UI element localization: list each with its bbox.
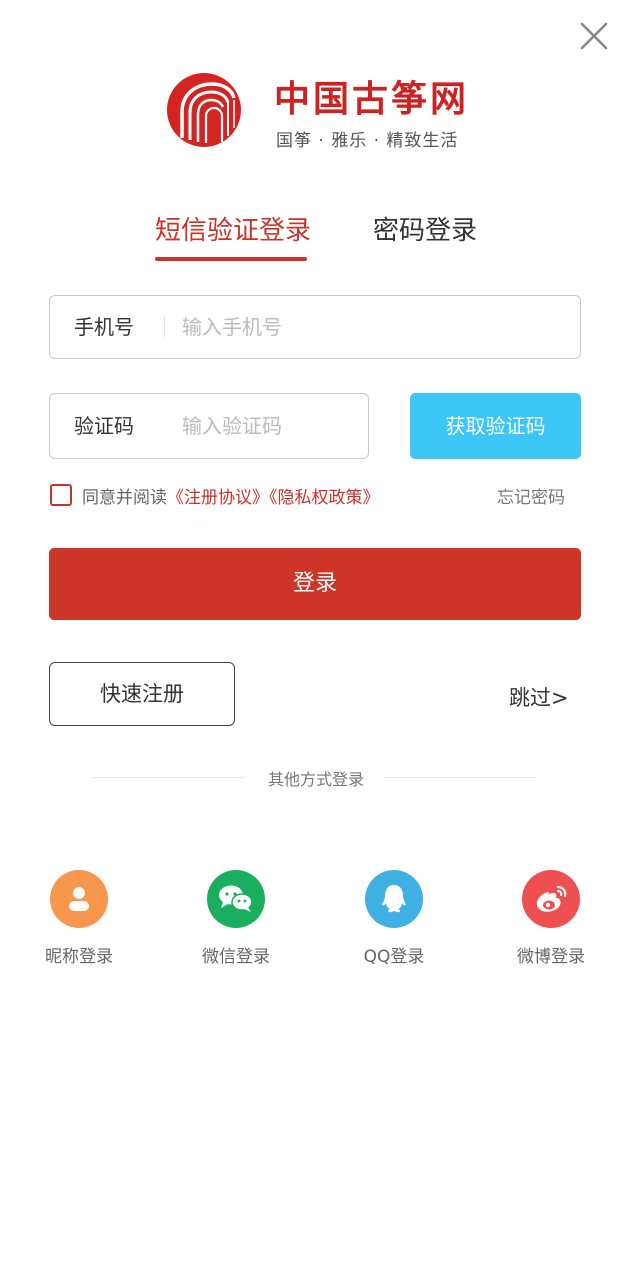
qq-icon <box>382 885 406 913</box>
login-button[interactable]: 登录 <box>49 548 581 620</box>
forgot-password-link[interactable]: 忘记密码 <box>497 483 565 508</box>
divider-left <box>93 777 245 778</box>
social-label: 微信登录 <box>202 947 270 967</box>
active-tab-indicator <box>155 257 307 261</box>
phone-label: 手机号 <box>74 315 134 339</box>
skip-link[interactable]: 跳过> <box>509 682 569 712</box>
social-label: QQ登录 <box>363 947 425 967</box>
weibo-login-option[interactable]: 微博登录 <box>496 870 606 967</box>
agree-checkbox[interactable] <box>50 484 72 506</box>
agreement-text: 同意并阅读《注册协议》《隐私权政策》 <box>82 483 380 508</box>
phone-field: 手机号 <box>49 295 581 359</box>
close-icon[interactable] <box>578 20 610 52</box>
nickname-login-option[interactable]: 昵称登录 <box>24 870 134 967</box>
quick-register-button[interactable]: 快速注册 <box>49 662 235 726</box>
brand-slogan: 国筝 · 雅乐 · 精致生活 <box>276 131 459 151</box>
phone-input[interactable] <box>182 297 562 357</box>
code-field: 验证码 <box>49 393 369 459</box>
social-label: 微博登录 <box>517 947 585 967</box>
wechat-icon <box>219 885 253 912</box>
tab-sms-login[interactable]: 短信验证登录 <box>155 210 311 247</box>
qq-login-option[interactable]: QQ登录 <box>339 870 449 967</box>
brand-name: 中国古筝网 <box>274 79 470 120</box>
agreement-prefix: 同意并阅读 <box>82 488 167 508</box>
wechat-login-option[interactable]: 微信登录 <box>181 870 291 967</box>
get-code-button[interactable]: 获取验证码 <box>410 393 581 459</box>
terms-link[interactable]: 《注册协议》 <box>167 488 269 508</box>
divider-right <box>384 777 536 778</box>
weibo-icon <box>536 885 567 912</box>
logo-icon <box>167 73 241 147</box>
tab-password-login[interactable]: 密码登录 <box>373 210 477 247</box>
field-separator <box>164 317 165 337</box>
other-login-title: 其他方式登录 <box>267 770 364 789</box>
code-label: 验证码 <box>74 414 134 438</box>
privacy-link[interactable]: 《隐私权政策》 <box>269 488 380 508</box>
user-icon <box>69 887 89 911</box>
social-label: 昵称登录 <box>45 947 113 967</box>
code-input[interactable] <box>182 395 362 457</box>
